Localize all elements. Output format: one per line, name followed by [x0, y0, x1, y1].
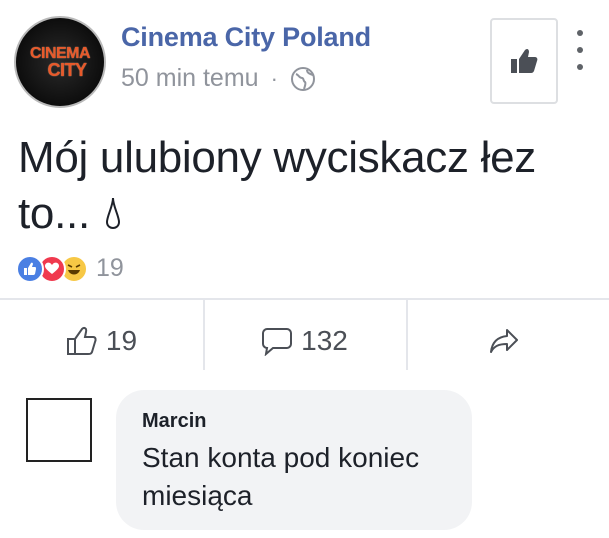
post-time[interactable]: 50 min temu	[121, 64, 259, 93]
thumbs-up-outline-icon	[66, 327, 97, 355]
comment-count: 132	[301, 325, 348, 356]
post-text-container: Mój ulubiony wyciskacz łez to...	[18, 130, 603, 242]
page-name-link[interactable]: Cinema City Poland	[121, 22, 371, 53]
comment-author[interactable]: Marcin	[142, 410, 446, 433]
teardrop-icon	[105, 197, 120, 230]
comment-bubble: Marcin Stan konta pod koniec miesiąca	[116, 390, 472, 530]
page-avatar[interactable]: CINEMA CITY	[14, 16, 106, 108]
globe-icon	[290, 66, 315, 91]
like-button[interactable]: 19	[0, 300, 203, 382]
more-options-button[interactable]	[570, 30, 590, 70]
action-bar: 19 132	[0, 300, 609, 382]
post-meta: 50 min temu ·	[121, 64, 316, 93]
share-button[interactable]	[406, 300, 609, 382]
post-text: Mój ulubiony wyciskacz łez to...	[18, 133, 536, 238]
reaction-count: 19	[96, 254, 124, 282]
like-reaction-icon	[16, 254, 44, 283]
meta-separator: ·	[270, 65, 278, 91]
share-arrow-icon	[489, 329, 518, 353]
reactions-summary[interactable]: 19	[16, 254, 124, 283]
logo-text-line2: CITY	[47, 60, 87, 80]
commenter-avatar[interactable]	[26, 398, 92, 462]
comment-button[interactable]: 132	[203, 300, 406, 382]
vertical-dots-icon	[577, 30, 583, 36]
page-like-button[interactable]	[490, 18, 558, 104]
comment-text: Stan konta pod koniec miesiąca	[142, 442, 420, 511]
thumbs-up-icon	[511, 48, 538, 73]
like-count: 19	[105, 325, 138, 356]
comment-bubble-icon	[262, 328, 293, 356]
